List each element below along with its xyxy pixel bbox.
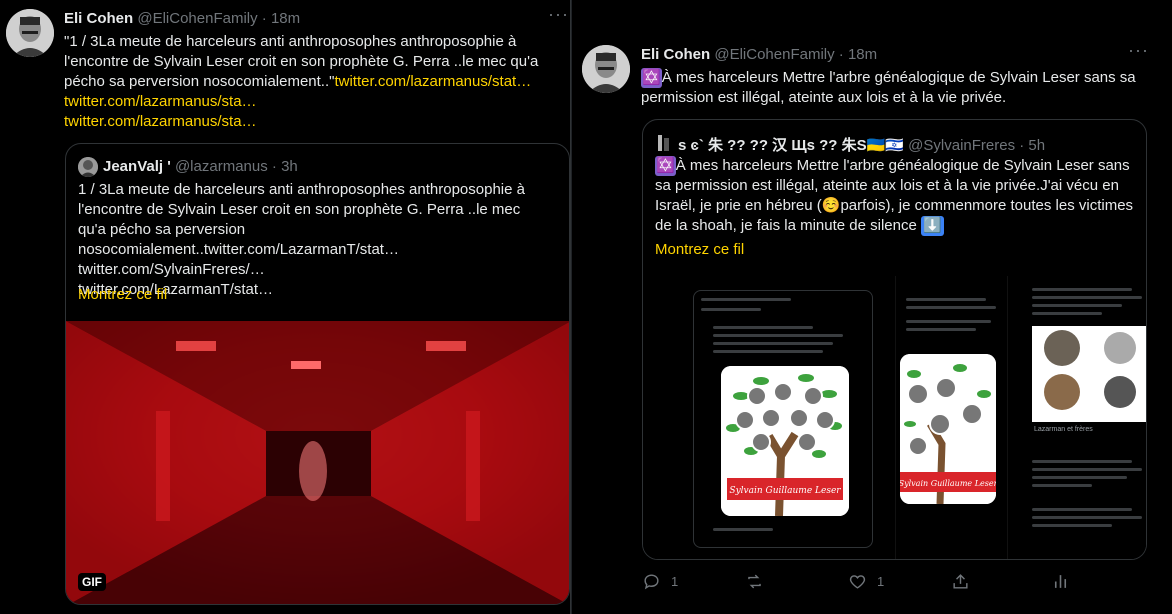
quote-text: 1 / 3La meute de harceleurs anti anthrop… — [78, 180, 548, 300]
retweet-icon — [748, 574, 761, 589]
quote-body: 1 / 3La meute de harceleurs anti anthrop… — [78, 181, 525, 258]
right-tweet[interactable]: Eli Cohen @EliCohenFamily · 18m ··· ✡️À … — [571, 0, 1172, 614]
show-thread-link[interactable]: Montrez ce fil — [655, 241, 744, 258]
star-of-david-emoji: ✡️ — [641, 68, 662, 88]
screenshot-1[interactable]: Sylvain Guillaume Leser — [653, 276, 893, 559]
avatar-portrait-icon — [6, 9, 54, 57]
like-count: 1 — [877, 574, 885, 589]
reply-button[interactable]: 1 — [642, 572, 745, 591]
tweet-link-2[interactable]: twitter.com/lazarmanus/sta… — [64, 93, 257, 110]
tree-banner-text: Sylvain Guillaume Leser — [900, 479, 996, 488]
quote-author-name: s ͼ` 朱 ?? ?? 汉 Щs ?? 朱S🇺🇦🇮🇱 — [678, 137, 904, 154]
tweet-link-inline[interactable]: twitter.com/lazarmanus/stat… — [334, 73, 531, 90]
separator-dot: · — [261, 10, 267, 27]
author-name[interactable]: Eli Cohen — [641, 46, 710, 63]
quote-header: s ͼ` 朱 ?? ?? 汉 Щs ?? 朱S🇺🇦🇮🇱 @SylvainFrer… — [678, 134, 1045, 155]
quoted-tweet[interactable]: s ͼ` 朱 ?? ?? 汉 Щs ?? 朱S🇺🇦🇮🇱 @SylvainFrer… — [642, 119, 1147, 560]
show-thread-link[interactable]: Montrez ce fil — [78, 286, 167, 303]
author-avatar[interactable] — [582, 45, 630, 93]
tweet-link-3[interactable]: twitter.com/lazarmanus/sta… — [64, 113, 257, 130]
reply-icon — [644, 574, 659, 590]
red-hallway-image — [66, 321, 569, 604]
gif-badge: GIF — [78, 573, 106, 591]
author-avatar[interactable] — [6, 9, 54, 57]
avatar-portrait-icon — [582, 45, 630, 93]
quote-link-a: twitter.com/SylvainFreres/… — [78, 261, 265, 278]
more-icon[interactable]: ··· — [548, 4, 569, 25]
retweet-button[interactable] — [745, 572, 848, 591]
left-tweet[interactable]: Eli Cohen @EliCohenFamily · 18m ··· "1 /… — [0, 0, 570, 614]
author-handle[interactable]: @EliCohenFamily — [714, 46, 834, 63]
quote-author-avatar — [655, 133, 673, 153]
quote-author-handle: @lazarmanus — [174, 158, 268, 175]
like-icon — [849, 575, 866, 589]
tweet-actions: 1 1 — [642, 572, 1062, 591]
quote-author-avatar — [78, 157, 98, 177]
tweet-header: Eli Cohen @EliCohenFamily · 18m — [641, 46, 877, 63]
tweet-header: Eli Cohen @EliCohenFamily · 18m — [64, 10, 300, 27]
screenshot-2[interactable]: Sylvain Guillaume Leser — [895, 276, 1005, 559]
star-of-david-emoji: ✡️ — [655, 156, 676, 176]
analytics-icon — [1054, 575, 1067, 588]
shot-caption: Lazarman et frères — [1034, 426, 1093, 433]
quote-author-handle: @SylvainFreres — [908, 137, 1016, 154]
share-icon — [953, 574, 968, 589]
reply-count: 1 — [671, 574, 679, 589]
like-button[interactable]: 1 — [848, 572, 951, 591]
tree-banner-text: Sylvain Guillaume Leser — [729, 486, 841, 496]
tweet-text: "1 / 3La meute de harceleurs anti anthro… — [64, 32, 554, 132]
tweet-time[interactable]: 18m — [271, 10, 300, 27]
tweet-text: ✡️À mes harceleurs Mettre l'arbre généal… — [641, 68, 1141, 108]
share-button[interactable] — [951, 572, 1054, 591]
analytics-button[interactable] — [1051, 572, 1070, 591]
photo-collage — [1032, 326, 1146, 422]
tweet-body: À mes harceleurs Mettre l'arbre généalog… — [641, 69, 1136, 106]
quote-author-name: JeanValj ' — [103, 158, 171, 175]
screenshot-3[interactable]: Lazarman et frères — [1007, 276, 1146, 559]
image-grid[interactable]: Sylvain Guillaume Leser Sylvain Guillaum… — [643, 276, 1146, 559]
family-tree-card-zoom: Sylvain Guillaume Leser — [900, 354, 996, 504]
more-icon[interactable]: ··· — [1128, 40, 1149, 61]
quote-time: 3h — [281, 158, 298, 175]
smile-emoji: ☺️ — [821, 197, 841, 214]
author-handle[interactable]: @EliCohenFamily — [137, 10, 257, 27]
separator-dot: · — [271, 158, 277, 175]
tweet-time[interactable]: 18m — [848, 46, 877, 63]
quote-header: JeanValj ' @lazarmanus · 3h — [103, 158, 298, 175]
gif-media[interactable]: GIF — [66, 321, 569, 604]
quote-text: ✡️À mes harceleurs Mettre l'arbre généal… — [655, 156, 1135, 236]
quote-time: 5h — [1028, 137, 1046, 154]
quoted-tweet[interactable]: JeanValj ' @lazarmanus · 3h 1 / 3La meut… — [65, 143, 570, 605]
family-tree-card: Sylvain Guillaume Leser — [721, 366, 849, 516]
author-name[interactable]: Eli Cohen — [64, 10, 133, 27]
separator-dot: · — [1019, 137, 1025, 154]
down-arrow-emoji: ⬇️ — [921, 216, 944, 236]
separator-dot: · — [838, 46, 844, 63]
